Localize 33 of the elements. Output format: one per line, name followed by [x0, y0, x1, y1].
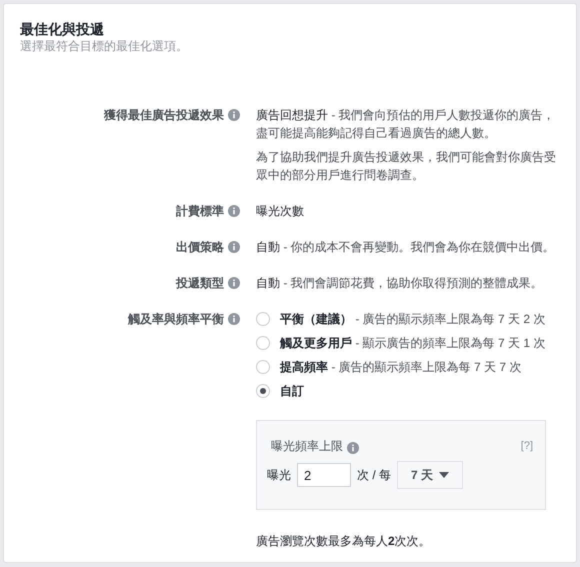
field-label: 曝光	[267, 466, 291, 484]
radio-button[interactable]	[256, 312, 270, 326]
info-icon[interactable]	[347, 442, 359, 454]
field-value: 廣告回想提升 - 我們會向預估的用戶人數投遞你的廣告，盡可能提高能夠記得自己看過廣告的總人數。	[256, 107, 556, 142]
field-label: 觸及率與頻率平衡	[128, 311, 224, 328]
summary-text: 廣告瀏覽次數最多為每人2次次。	[256, 533, 432, 550]
panel-title: 曝光頻率上限	[271, 438, 343, 455]
info-icon[interactable]	[228, 205, 240, 217]
info-icon[interactable]	[228, 313, 240, 325]
option-label[interactable]: 觸及更多用戶 - 顯示廣告的頻率上限為每 7 天 1 次	[280, 334, 546, 352]
option-label[interactable]: 提高頻率 - 廣告的顯示頻率上限為每 7 天 7 次	[280, 358, 522, 376]
radio-button[interactable]	[256, 384, 270, 398]
field-label: 獲得最佳廣告投遞效果	[104, 107, 224, 124]
period-dropdown[interactable]: 7 天	[397, 461, 464, 489]
input-field[interactable]: 2	[297, 463, 351, 487]
caret-icon	[439, 472, 450, 478]
radio-button[interactable]	[256, 336, 270, 350]
section-subtitle: 選擇最符合目標的最佳化選項。	[20, 38, 189, 54]
info-icon[interactable]	[228, 109, 240, 121]
field-label: 計費標準	[176, 203, 224, 220]
info-icon[interactable]	[228, 241, 240, 253]
field-label: 次 / 每	[357, 466, 392, 484]
info-icon[interactable]	[228, 277, 240, 289]
option-label[interactable]: 平衡（建議） - 廣告的顯示頻率上限為每 7 天 2 次	[280, 310, 546, 328]
radio-button[interactable]	[256, 360, 270, 374]
field-value: 自動 - 我們會調節花費，協助你取得預測的整體成果。	[256, 275, 544, 292]
section-title: 最佳化與投遞	[20, 20, 105, 38]
option-label[interactable]: 自訂	[280, 382, 304, 400]
field-label: 出價策略	[176, 239, 224, 256]
field-value: 曝光次數	[256, 203, 305, 220]
field-value: 自動 - 你的成本不會再變動。我們會為你在競價中出價。	[256, 239, 556, 256]
field-note: 為了協助我們提升廣告投遞效果，我們可能會對你廣告受眾中的部分用戶進行問卷調查。	[256, 149, 556, 184]
field-label: 投遞類型	[176, 275, 224, 292]
